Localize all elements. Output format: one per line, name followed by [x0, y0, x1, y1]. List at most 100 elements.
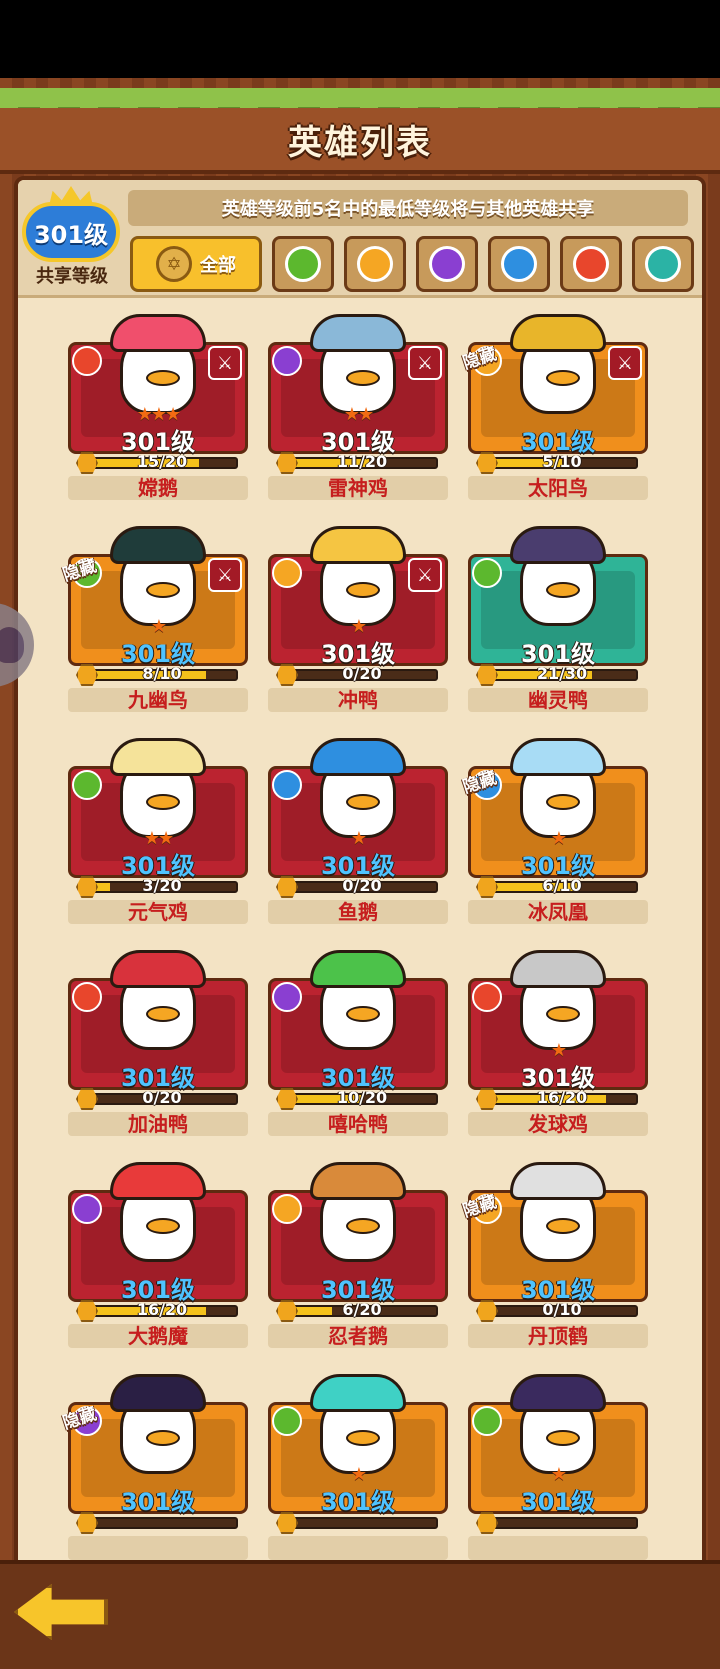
goose-beak [146, 370, 180, 386]
hero-name: 幽灵鸭 [468, 688, 648, 712]
shadow-element-icon [429, 246, 465, 282]
shard-progress-text: 0/20 [342, 876, 382, 895]
hero-level: 301级 [120, 1488, 196, 1516]
filter-wind-element-button[interactable] [632, 236, 694, 292]
shard-progress-text: 16/20 [136, 1300, 188, 1319]
shard-progress-bar: 3/20 [76, 876, 240, 898]
element-icon [272, 1406, 302, 1436]
page-title: 英雄列表 [288, 122, 432, 163]
goose-beak [146, 794, 180, 810]
shard-progress-bar: 21/30 [476, 664, 640, 686]
shard-progress-text: 8/10 [142, 664, 182, 683]
element-icon [72, 346, 102, 376]
hero-card[interactable]: 301级 10/20 嘻哈鸭 [268, 944, 448, 1136]
hero-name: 太阳鸟 [468, 476, 648, 500]
hero-portrait [100, 1368, 216, 1500]
goose-beak [546, 1006, 580, 1022]
hero-portrait [500, 1156, 616, 1288]
leaf-element-icon [285, 246, 321, 282]
hero-headwear [110, 526, 206, 564]
goose-beak [346, 370, 380, 386]
hero-card[interactable]: ★ 301级 [468, 1368, 648, 1560]
star-of-david-icon: ✡ [156, 246, 192, 282]
hero-list-window: 英雄列表 301级 共享等级 英雄等级前5名中的最低等级将与其他英雄共享 ✡ 全部… [0, 78, 720, 1669]
hero-card[interactable]: ⚔ ★★ 301级 11/20 雷神鸡 [268, 308, 448, 500]
shard-hexagon-icon [276, 1512, 298, 1534]
shard-progress-bar: 16/20 [476, 1088, 640, 1110]
goose-beak [546, 370, 580, 386]
hero-card[interactable]: 隐藏 301级 0/10 丹顶鹤 [461, 1156, 648, 1348]
shard-hexagon-icon [476, 1512, 498, 1534]
hero-card[interactable]: 301级 21/30 幽灵鸭 [468, 520, 648, 712]
filter-shadow-element-button[interactable] [416, 236, 478, 292]
hero-name: 丹顶鹤 [468, 1324, 648, 1348]
ice-element-icon [501, 246, 537, 282]
hero-card[interactable]: ★ 301级 [268, 1368, 448, 1560]
hero-card[interactable]: 301级 6/20 忍者鹅 [268, 1156, 448, 1348]
fire-element-icon [573, 246, 609, 282]
shard-progress-track [286, 1517, 438, 1529]
hero-headwear [110, 1162, 206, 1200]
shard-progress-text: 6/20 [342, 1300, 382, 1319]
hero-headwear [310, 738, 406, 776]
shard-progress-bar [276, 1512, 440, 1534]
hero-headwear [110, 314, 206, 352]
hero-card[interactable]: ⚔ ★★★ 301级 15/20 嫦鹅 [68, 308, 248, 500]
shard-progress-track [86, 1517, 238, 1529]
hooded-character-icon [0, 627, 24, 663]
shared-level-label: 共享等级 [36, 266, 108, 287]
hero-name [68, 1536, 248, 1560]
hero-headwear [510, 1162, 606, 1200]
hero-name: 冲鸭 [268, 688, 448, 712]
shard-progress-text: 0/10 [542, 1300, 582, 1319]
filter-fire-element-button[interactable] [560, 236, 622, 292]
hero-card[interactable]: ★ 301级 0/20 鱼鹅 [268, 732, 448, 924]
hero-card[interactable]: 301级 16/20 大鹅魔 [68, 1156, 248, 1348]
hero-headwear [310, 526, 406, 564]
hero-portrait [100, 1156, 216, 1288]
shard-progress-bar: 6/20 [276, 1300, 440, 1322]
element-icon [272, 770, 302, 800]
hero-headwear [310, 1162, 406, 1200]
element-icon [272, 982, 302, 1012]
shard-progress-text: 3/20 [142, 876, 182, 895]
shard-progress-text: 10/20 [336, 1088, 388, 1107]
shared-level-badge[interactable]: 301级 共享等级 [18, 186, 132, 294]
shard-progress-text: 6/10 [542, 876, 582, 895]
hero-card[interactable]: 隐藏 ★ 301级 6/10 冰凤凰 [461, 732, 648, 924]
hero-card[interactable]: ⚔ ★ 301级 0/20 冲鸭 [268, 520, 448, 712]
hero-portrait [300, 944, 416, 1076]
sun-element-icon [357, 246, 393, 282]
shard-progress-text: 21/30 [536, 664, 588, 683]
hero-portrait [300, 1156, 416, 1288]
hero-card[interactable]: ⚔ 隐藏 301级 5/10 太阳鸟 [461, 308, 648, 500]
hero-level: 301级 [320, 1488, 396, 1516]
hero-name: 忍者鹅 [268, 1324, 448, 1348]
grass-decoration [0, 88, 720, 117]
filter-leaf-element-button[interactable] [272, 236, 334, 292]
hero-name: 冰凤凰 [468, 900, 648, 924]
hero-name [268, 1536, 448, 1560]
filter-ice-element-button[interactable] [488, 236, 550, 292]
shard-progress-text: 0/20 [142, 1088, 182, 1107]
hero-card[interactable]: 301级 0/20 加油鸭 [68, 944, 248, 1136]
hero-panel: 301级 共享等级 英雄等级前5名中的最低等级将与其他英雄共享 ✡ 全部 ⚔ ★★★… [14, 176, 706, 1638]
hero-headwear [510, 526, 606, 564]
hero-card[interactable]: ⚔ 隐藏 ★ 301级 8/10 九幽鸟 [61, 520, 248, 712]
goose-beak [346, 1218, 380, 1234]
filter-all-button[interactable]: ✡ 全部 [130, 236, 262, 292]
hero-name: 鱼鹅 [268, 900, 448, 924]
filter-sun-element-button[interactable] [344, 236, 406, 292]
wind-element-icon [645, 246, 681, 282]
share-note: 英雄等级前5名中的最低等级将与其他英雄共享 [128, 190, 688, 226]
goose-beak [346, 794, 380, 810]
hero-portrait [500, 520, 616, 652]
shared-level-value: 301级 [33, 220, 109, 249]
hero-card[interactable]: ★ 301级 16/20 发球鸡 [468, 944, 648, 1136]
back-arrow-icon [14, 1584, 108, 1640]
hero-headwear [310, 950, 406, 988]
hero-card[interactable]: ★★ 301级 3/20 元气鸡 [68, 732, 248, 924]
back-button[interactable] [14, 1576, 108, 1642]
hero-card[interactable]: 隐藏 301级 [61, 1368, 248, 1560]
goose-beak [346, 582, 380, 598]
